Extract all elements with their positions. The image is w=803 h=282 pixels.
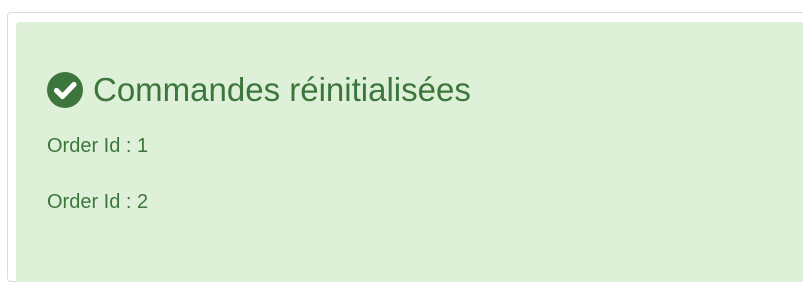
alert-title: Commandes réinitialisées [93,71,471,108]
order-id-line: Order Id : 1 [47,135,149,157]
alert-heading: Commandes réinitialisées [46,68,471,112]
order-id-line: Order Id : 2 [47,191,149,213]
check-circle-icon [46,71,84,109]
